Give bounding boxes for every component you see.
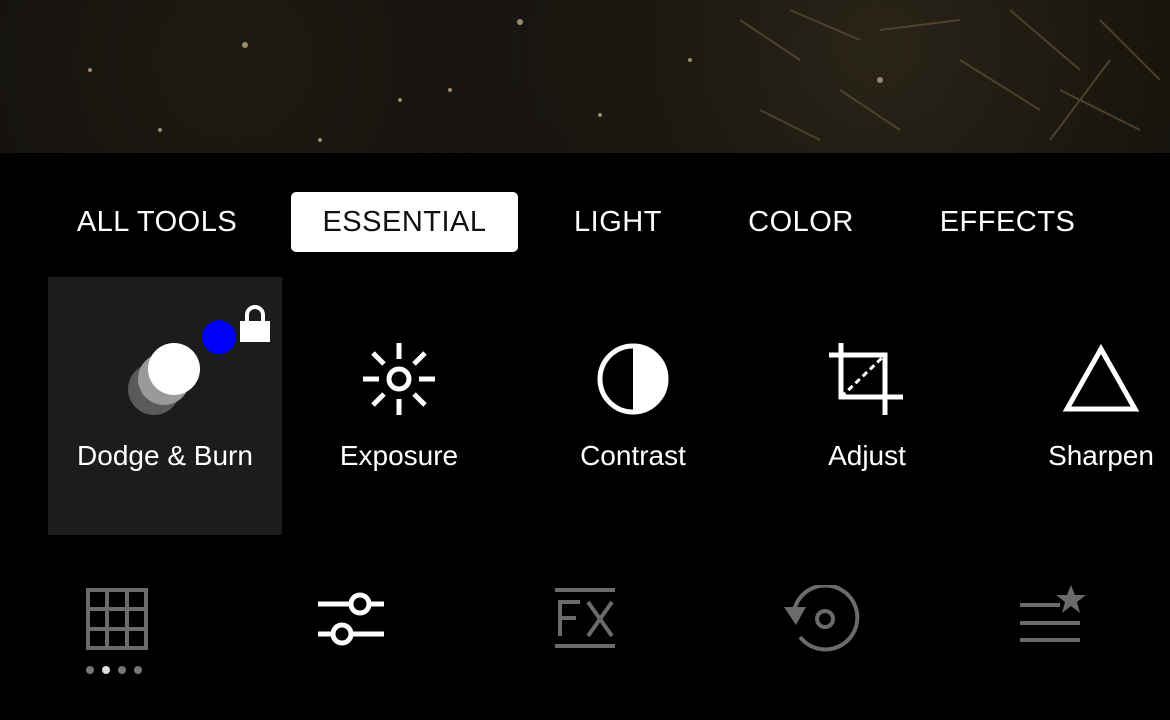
tab-essential[interactable]: ESSENTIAL — [291, 192, 518, 252]
grid-icon[interactable] — [86, 588, 148, 650]
tool-sharpen[interactable]: Sharpen — [984, 277, 1170, 535]
tab-effects[interactable]: EFFECTS — [925, 192, 1090, 252]
bottom-nav — [0, 575, 1170, 695]
tool-contrast[interactable]: Contrast — [516, 277, 750, 535]
fx-icon[interactable] — [554, 588, 616, 650]
status-dot-icon — [202, 320, 236, 354]
sun-icon — [363, 343, 435, 415]
contrast-icon — [597, 343, 669, 415]
tool-label: Dodge & Burn — [77, 440, 253, 471]
lock-icon — [240, 305, 270, 342]
tool-adjust[interactable]: Adjust — [750, 277, 984, 535]
tool-label: Sharpen — [1048, 440, 1154, 471]
tool-label: Adjust — [828, 440, 906, 471]
recipes-star-icon[interactable] — [1018, 583, 1090, 647]
tool-list: Dodge & Burn Exposure Contrast Adjust Sh… — [0, 277, 1170, 535]
tool-label: Contrast — [580, 440, 686, 471]
sliders-icon[interactable] — [316, 591, 386, 647]
tab-all-tools[interactable]: ALL TOOLS — [64, 192, 250, 252]
page-dots — [86, 661, 150, 679]
history-icon[interactable] — [780, 585, 860, 653]
tab-color[interactable]: COLOR — [735, 192, 867, 252]
photo-preview — [0, 0, 1170, 153]
tool-exposure[interactable]: Exposure — [282, 277, 516, 535]
triangle-icon — [1062, 343, 1140, 412]
tab-light[interactable]: LIGHT — [560, 192, 676, 252]
crop-rotate-icon — [829, 343, 903, 415]
tool-label: Exposure — [339, 440, 459, 471]
category-tabs: ALL TOOLS ESSENTIAL LIGHT COLOR EFFECTS — [0, 192, 1170, 252]
tool-dodge-burn[interactable]: Dodge & Burn — [48, 277, 282, 535]
